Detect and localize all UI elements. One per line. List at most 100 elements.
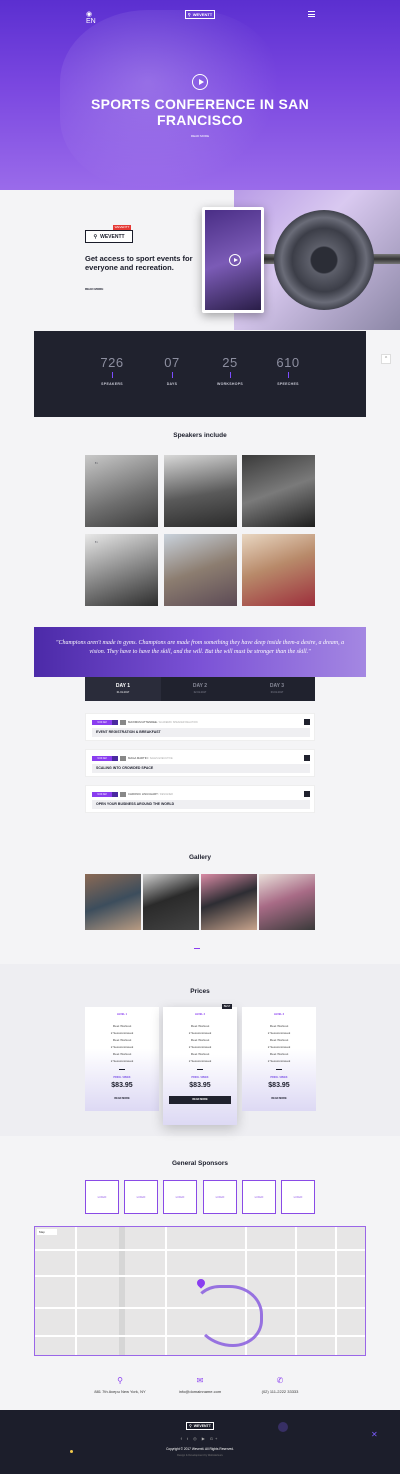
schedule-event-2[interactable]: 9:00 AM MAGA MARTIN / SALES EXECUTIVE SC… <box>85 749 315 777</box>
gallery-image-2[interactable] <box>143 874 199 930</box>
price-read-more-button[interactable]: READ MORE <box>242 1097 316 1100</box>
sponsor-logo-3[interactable]: LOGO <box>163 1180 197 1214</box>
price-plan: LEVEL 2 <box>194 1013 206 1016</box>
schedule-tabs: DAY 1 01.01.2017 DAY 2 02.01.2017 DAY 3 … <box>85 677 315 701</box>
event-title-bar: OPEN YOUR BUSINESS AROUND THE WORLD <box>92 800 310 809</box>
map-road <box>35 1249 365 1251</box>
gallery-image-4[interactable] <box>259 874 315 930</box>
counter-number: 610 <box>276 355 300 370</box>
event-speaker-name: MAGA MARTIN <box>128 756 148 760</box>
hero-read-more-button[interactable]: READ MORE <box>188 134 212 139</box>
event-speaker-name: CHRONIC LINUCHART <box>128 792 158 796</box>
location-map[interactable]: Map <box>34 1226 366 1356</box>
price-plan: LEVEL 1 <box>116 1013 128 1016</box>
price-feature: 2 Sessions/week <box>110 1059 134 1063</box>
price-card-2: LEVEL 2 Fleet Workout 2 Sessions/week Fl… <box>163 1007 237 1125</box>
hamburger-menu-icon[interactable] <box>308 11 315 17</box>
price-feature: Fleet Workout <box>112 1052 132 1056</box>
tab-day-2[interactable]: DAY 2 02.01.2017 <box>162 677 238 701</box>
schedule-event-1[interactable]: 9:00 AM MAXIMUM ATTENDEE / ACADEMIC SPEA… <box>85 713 315 741</box>
gallery-title: Gallery <box>188 854 212 861</box>
decor-dot <box>70 1450 73 1453</box>
speaker-photo-2[interactable] <box>164 455 237 527</box>
speaker-social-icons[interactable]: f t <box>95 540 98 544</box>
price-feature: 2 Sessions/week <box>188 1045 212 1049</box>
avatar <box>120 756 126 761</box>
close-icon[interactable]: ✕ <box>371 1430 378 1439</box>
gallery-pagination-dots[interactable] <box>194 936 208 967</box>
event-time: 9:00 AM <box>92 756 112 761</box>
price-divider <box>119 1069 125 1070</box>
price-period: PRICE / WEEK <box>191 1076 209 1079</box>
event-title-bar: EVENT REGISTRATION & BREAKFAST <box>92 728 310 737</box>
contact-phone[interactable]: ✆ (02) 111-2222 33333 <box>230 1376 330 1394</box>
scroll-up-arrow-icon[interactable]: ^ <box>381 354 391 364</box>
sponsor-logo-5[interactable]: LOGO <box>242 1180 276 1214</box>
phone-video-preview[interactable] <box>202 207 264 313</box>
footer-logo-text: WEVENTT <box>193 1424 211 1428</box>
event-speaker: MAGA MARTIN / SALES EXECUTIVE <box>128 756 173 761</box>
header-logo[interactable]: ⚲ WEVENTT <box>185 10 215 19</box>
footer-design-credit: Design & Development by WebsiteGuru <box>177 1454 223 1457</box>
sponsor-logo-1[interactable]: LOGO <box>85 1180 119 1214</box>
price-feature: Fleet Workout <box>190 1052 210 1056</box>
speaker-photo-1[interactable]: f t <box>85 455 158 527</box>
speaker-photo-5[interactable] <box>164 534 237 606</box>
counter-number: 726 <box>100 355 124 370</box>
about-logo-badge: ⚲ WEVENTT <box>85 230 133 243</box>
event-toggle-icon[interactable] <box>304 719 310 725</box>
event-toggle-icon[interactable] <box>304 791 310 797</box>
map-route <box>193 1285 263 1347</box>
price-feature: 2 Sessions/week <box>110 1031 134 1035</box>
gallery-image-3[interactable] <box>201 874 257 930</box>
event-title: OPEN YOUR BUSINESS AROUND THE WORLD <box>96 802 175 806</box>
price-read-more-button[interactable]: READ MORE <box>85 1097 159 1100</box>
footer-social-icons[interactable]: f t ◎ ▶ G+ <box>178 1436 222 1441</box>
event-title: EVENT REGISTRATION & BREAKFAST <box>96 730 161 734</box>
best-badge: BEST <box>222 1004 232 1009</box>
footer-logo[interactable]: ⚲ WEVENTT <box>186 1422 214 1430</box>
footer: ⚲ WEVENTT f t ◎ ▶ G+ Copyright © 2017 We… <box>0 1410 400 1474</box>
tab-day-3[interactable]: DAY 3 03.01.2017 <box>239 677 315 701</box>
tab-day-1[interactable]: DAY 1 01.01.2017 <box>85 677 161 701</box>
sponsor-logo-4[interactable]: LOGO <box>203 1180 237 1214</box>
phone-icon: ✆ <box>276 1376 284 1385</box>
speaker-photo-6[interactable] <box>242 534 315 606</box>
weight-plate <box>274 210 374 310</box>
avatar <box>120 792 126 797</box>
hero-play-icon[interactable] <box>192 74 208 90</box>
gallery-image-1[interactable] <box>85 874 141 930</box>
counter-divider <box>111 372 113 378</box>
speaker-photo-4[interactable]: f t <box>85 534 158 606</box>
event-toggle-icon[interactable] <box>304 755 310 761</box>
language-selector[interactable]: ◉ EN <box>86 10 100 25</box>
price-divider <box>276 1069 282 1070</box>
price-feature: Fleet Workout <box>269 1024 289 1028</box>
price-read-more-button[interactable]: READ MORE <box>169 1096 231 1104</box>
hero-title: SPORTS CONFERENCE IN SAN FRANCISCO <box>91 96 309 128</box>
speaker-social-icons[interactable]: f t <box>95 461 98 465</box>
price-divider <box>197 1069 203 1070</box>
map-type-control[interactable]: Map <box>37 1229 57 1235</box>
event-speaker: CHRONIC LINUCHART / DESIGNER <box>128 792 173 797</box>
logo-pin-icon: ⚲ <box>187 12 191 17</box>
event-title-bar: SCALING INTO CROWDED SPACE <box>92 764 310 773</box>
price-feature: 2 Sessions/week <box>110 1045 134 1049</box>
quote-text: "Champions aren't made in gyms. Champion… <box>55 640 345 655</box>
about-logo-text: WEVENTT <box>100 233 125 240</box>
about-read-more-button[interactable]: READ MORE <box>85 286 105 292</box>
map-pin-icon[interactable] <box>195 1277 207 1289</box>
speaker-photo-3[interactable] <box>242 455 315 527</box>
phone-play-icon[interactable] <box>229 254 241 266</box>
counter-divider <box>171 372 173 378</box>
phone-text: (02) 111-2222 33333 <box>261 1389 299 1394</box>
sponsor-logo-2[interactable]: LOGO <box>124 1180 158 1214</box>
counter-speeches: 610 SPEECHES <box>262 355 314 386</box>
price-feature: 2 Sessions/week <box>188 1031 212 1035</box>
schedule-event-3[interactable]: 9:00 AM CHRONIC LINUCHART / DESIGNER OPE… <box>85 785 315 813</box>
sponsor-logo-6[interactable]: LOGO <box>281 1180 315 1214</box>
prices-title: Prices <box>190 988 210 995</box>
counter-workshops: 25 WORKSHOPS <box>204 355 256 386</box>
price-feature: 2 Sessions/week <box>267 1045 291 1049</box>
price-amount: $83.95 <box>268 1082 290 1089</box>
